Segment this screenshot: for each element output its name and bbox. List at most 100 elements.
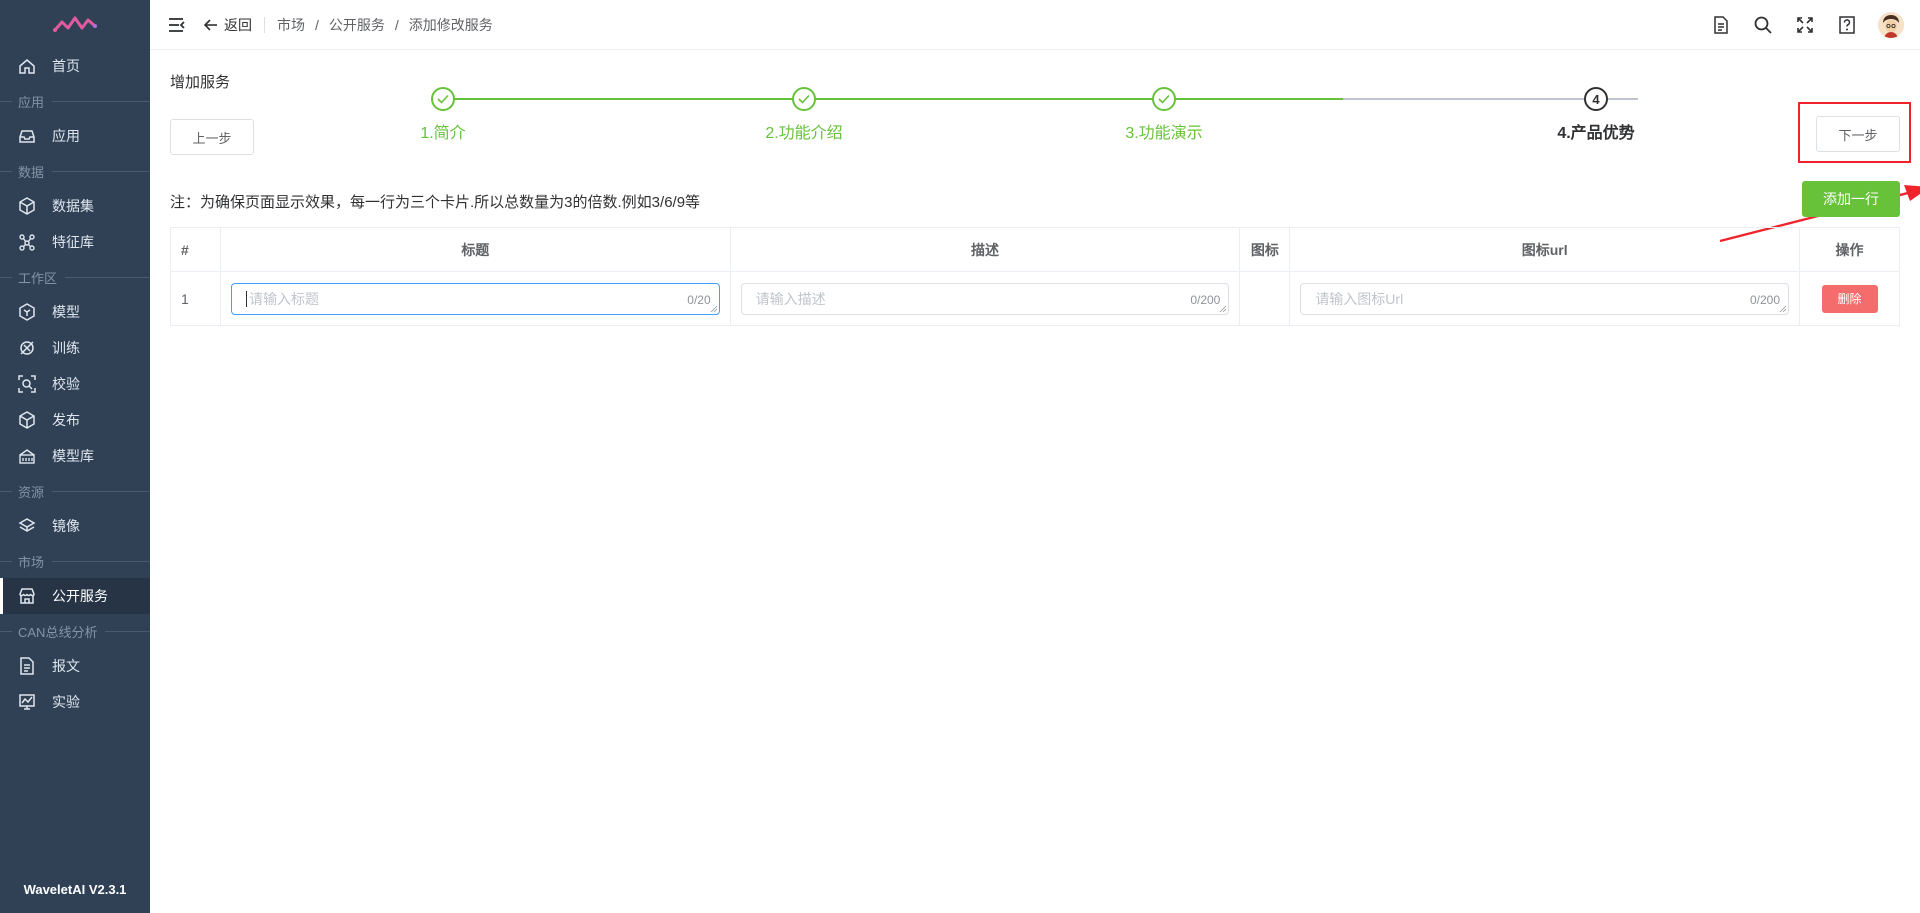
sidebar-item-label: 校验: [52, 376, 80, 392]
verify-icon: [18, 375, 36, 393]
document-icon: [18, 657, 36, 675]
prev-step-button[interactable]: 上一步: [170, 119, 254, 155]
back-button[interactable]: 返回: [204, 15, 252, 35]
sidebar-item[interactable]: 模型库: [0, 438, 150, 474]
step-1-label: 1.简介: [420, 125, 466, 142]
step-1[interactable]: 1.简介: [373, 87, 513, 143]
step-2-label: 2.功能介绍: [765, 125, 843, 142]
col-icon-url: 图标url: [1289, 227, 1800, 272]
sidebar-item[interactable]: 训练: [0, 330, 150, 366]
sidebar-item-label: 首页: [52, 58, 80, 74]
sidebar-item-label: 模型库: [52, 448, 94, 464]
note-text: 注：为确保页面显示效果，每一行为三个卡片.所以总数量为3的倍数.例如3/6/9等: [170, 194, 701, 211]
title-char-count: 0/20: [687, 292, 711, 307]
sidebar-item[interactable]: 数据集: [0, 188, 150, 224]
col-actions: 操作: [1799, 227, 1900, 272]
next-step-button[interactable]: 下一步: [1816, 116, 1900, 152]
sidebar-item[interactable]: 公开服务: [0, 578, 150, 614]
description-input[interactable]: 请输入描述 0/200: [740, 282, 1230, 315]
back-label: 返回: [224, 16, 252, 33]
table-row: 1 请输入标题 0/20 请输入描述 0/200 请输入图标Url 0/200 …: [170, 271, 1900, 326]
shop-icon: [18, 587, 36, 605]
delete-row-button[interactable]: 删除: [1821, 284, 1878, 313]
steps: 1.简介 2.功能介绍 3.功能演示 4 4.产品优势: [310, 87, 1780, 147]
add-row-button[interactable]: 添加一行: [1802, 181, 1900, 217]
sidebar-item[interactable]: 应用: [0, 118, 150, 154]
group-label: 工作区: [18, 270, 58, 286]
breadcrumb: 市场 / 公开服务 / 添加修改服务: [277, 15, 493, 35]
step-3-label: 3.功能演示: [1125, 125, 1203, 142]
sidebar-item[interactable]: 模型: [0, 294, 150, 330]
molecule-icon: [18, 233, 36, 251]
sidebar-item-label: 模型: [52, 304, 80, 320]
library-icon: [18, 447, 36, 465]
sidebar-item[interactable]: 首页: [0, 48, 150, 84]
sidebar-group-header: 市场: [0, 544, 150, 578]
title-cell: 请输入标题 0/20: [219, 271, 731, 326]
fullscreen-icon[interactable]: [1794, 14, 1816, 36]
sidebar-item-label: 镜像: [52, 518, 80, 534]
step-4-number: 4: [1584, 87, 1608, 111]
breadcrumb-separator: /: [394, 16, 399, 33]
description-placeholder: 请输入描述: [755, 290, 826, 307]
help-icon[interactable]: [1836, 14, 1858, 36]
user-avatar[interactable]: [1878, 12, 1904, 38]
description-char-count: 0/200: [1190, 292, 1221, 307]
sidebar-item[interactable]: 校验: [0, 366, 150, 402]
search-icon[interactable]: [1752, 14, 1774, 36]
logo[interactable]: [0, 0, 150, 48]
train-icon: [18, 339, 36, 357]
title-input[interactable]: 请输入标题 0/20: [230, 282, 720, 315]
sidebar-group-header: 应用: [0, 84, 150, 118]
sidebar-group-header: 工作区: [0, 260, 150, 294]
group-label: 资源: [18, 484, 45, 500]
sidebar-item-label: 公开服务: [52, 588, 108, 604]
document-icon[interactable]: [1710, 14, 1732, 36]
sidebar-item-label: 训练: [52, 340, 80, 356]
sidebar-item[interactable]: 镜像: [0, 508, 150, 544]
sidebar-item-label: 数据集: [52, 198, 94, 214]
breadcrumb-market[interactable]: 市场: [277, 15, 305, 35]
description-cell: 请输入描述 0/200: [729, 271, 1241, 326]
check-icon: [1152, 87, 1176, 111]
sidebar-item-label: 报文: [52, 658, 80, 674]
breadcrumb-current: 添加修改服务: [408, 16, 493, 33]
sidebar-item[interactable]: 报文: [0, 648, 150, 684]
home-icon: [18, 57, 36, 75]
step-3[interactable]: 3.功能演示: [1094, 87, 1234, 143]
row-index: 1: [170, 271, 221, 326]
arrow-left-icon: [204, 18, 217, 31]
inbox-icon: [18, 127, 36, 145]
sidebar-item[interactable]: 实验: [0, 684, 150, 720]
step-2[interactable]: 2.功能介绍: [734, 87, 874, 143]
sidebar-item-label: 应用: [52, 128, 80, 144]
sidebar-nav: 首页 应用 应用 数据 数据集 特征库 工作区 模型 训练 校验 发布 模型库 资源 镜像 市场 公开服务 CA…: [0, 48, 150, 720]
step-4-label: 4.产品优势: [1557, 125, 1635, 142]
actions-cell: 删除: [1799, 271, 1900, 326]
sidebar: 首页 应用 应用 数据 数据集 特征库 工作区 模型 训练 校验 发布 模型库 资源 镜像 市场 公开服务 CA…: [0, 0, 150, 913]
experiment-icon: [18, 693, 36, 711]
page-title: 增加服务: [170, 74, 231, 91]
sidebar-item-label: 发布: [52, 412, 80, 428]
menu-toggle-icon[interactable]: [166, 14, 188, 36]
sidebar-item[interactable]: 特征库: [0, 224, 150, 260]
sidebar-item-label: 特征库: [52, 234, 94, 250]
col-description: 描述: [729, 227, 1241, 272]
app-version: WaveletAI V2.3.1: [23, 882, 127, 897]
icon-url-placeholder: 请输入图标Url: [1315, 290, 1404, 307]
resize-grip-icon[interactable]: [1219, 305, 1227, 313]
step-line-done: [443, 98, 1343, 100]
icon-url-input[interactable]: 请输入图标Url 0/200: [1300, 282, 1789, 315]
col-index: #: [170, 227, 221, 272]
resize-grip-icon[interactable]: [710, 305, 718, 313]
cube-icon: [18, 197, 36, 215]
sidebar-group-header: 数据: [0, 154, 150, 188]
resize-grip-icon[interactable]: [1779, 305, 1787, 313]
sidebar-item[interactable]: 发布: [0, 402, 150, 438]
breadcrumb-public-services[interactable]: 公开服务: [329, 15, 385, 35]
group-label: 数据: [18, 164, 45, 180]
advantages-table: # 标题 描述 图标 图标url 操作 1 请输入标题 0/20 请输入描述 0…: [170, 227, 1900, 326]
table-header-row: # 标题 描述 图标 图标url 操作: [170, 227, 1900, 272]
header-divider: [264, 16, 265, 33]
step-4[interactable]: 4 4.产品优势: [1526, 87, 1666, 143]
